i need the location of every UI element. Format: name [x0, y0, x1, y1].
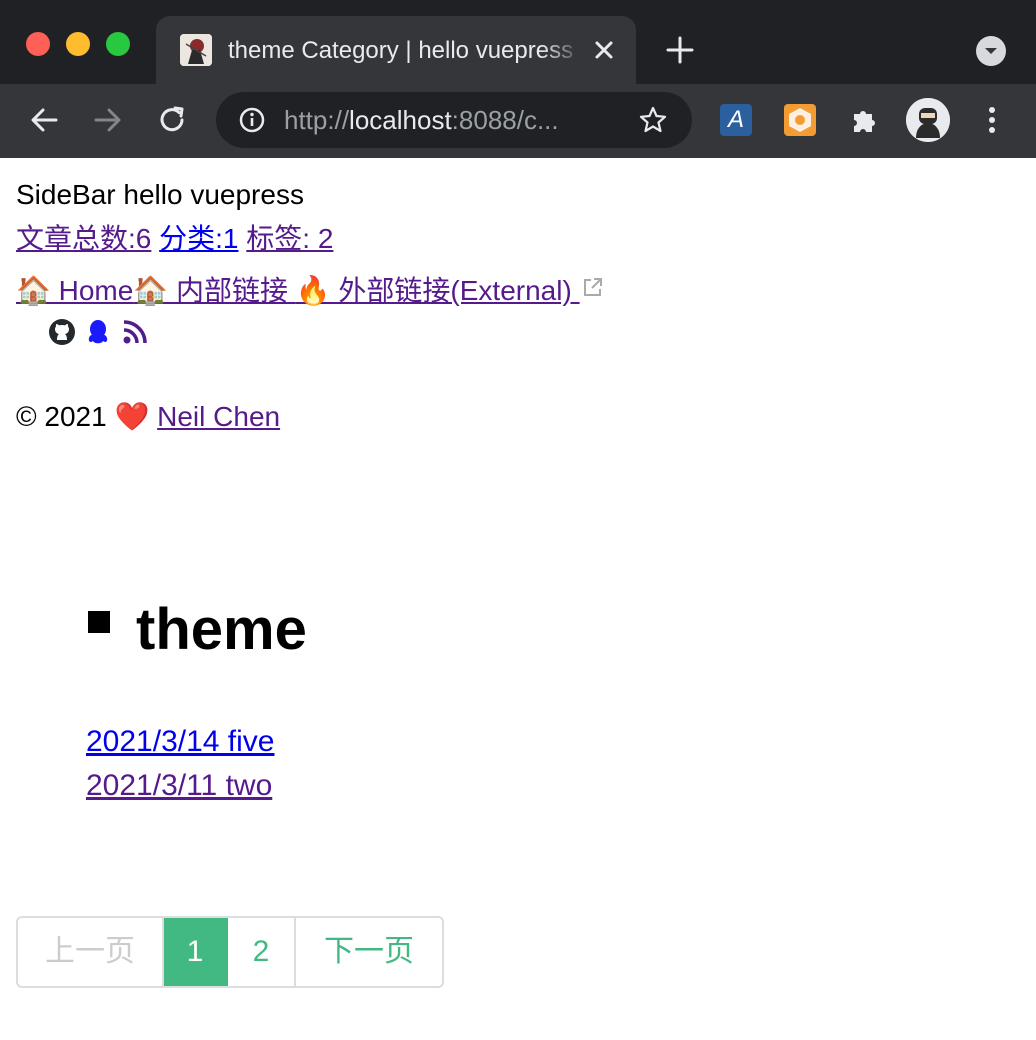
url-text[interactable]: http://localhost:8088/c...	[284, 105, 614, 135]
sidebar-title: SideBar hello vuepress	[16, 179, 304, 210]
author-link[interactable]: Neil Chen	[157, 401, 280, 432]
heart-icon: ❤️	[114, 401, 150, 432]
github-icon[interactable]	[48, 318, 76, 346]
window-zoom-button[interactable]	[106, 32, 130, 56]
post-link[interactable]: 2021/3/14 five	[86, 720, 274, 764]
star-icon[interactable]	[638, 105, 668, 135]
pagination: 上一页 1 2 下一页	[16, 916, 444, 988]
social-links	[48, 318, 153, 348]
category-heading: theme	[88, 594, 307, 666]
forward-icon[interactable]	[90, 102, 126, 138]
address-bar[interactable]: http://localhost:8088/c...	[216, 92, 692, 148]
prev-page-button[interactable]: 上一页	[18, 918, 164, 986]
next-page-button[interactable]: 下一页	[296, 918, 442, 986]
page-2-button[interactable]: 2	[228, 918, 296, 986]
window-minimize-button[interactable]	[66, 32, 90, 56]
copyright: © 2021 ❤️ Neil Chen	[16, 400, 280, 434]
copyright-text: © 2021	[16, 401, 115, 432]
tab-search-button[interactable]	[976, 36, 1006, 66]
plus-icon[interactable]	[664, 34, 696, 66]
favicon-icon	[180, 34, 212, 66]
tags-count-link[interactable]: 标签: 2	[246, 223, 333, 254]
translate-extension-icon[interactable]: A	[720, 104, 752, 136]
orange-extension-icon[interactable]	[784, 104, 816, 136]
nav-external-link[interactable]: 🔥 外部链接(External)	[296, 275, 580, 306]
nav-home-link[interactable]: 🏠 Home	[16, 275, 133, 306]
nav-internal-link[interactable]: 🏠 内部链接	[133, 275, 295, 306]
window-close-button[interactable]	[26, 32, 50, 56]
page-content: SideBar hello vuepress 文章总数:6 分类:1 标签: 2…	[0, 158, 1036, 1040]
browser-toolbar: http://localhost:8088/c... A	[0, 84, 1036, 158]
kebab-icon[interactable]	[976, 102, 1008, 138]
active-tab[interactable]: theme Category | hello vuepress	[156, 16, 636, 84]
post-list: 2021/3/14 five 2021/3/11 two	[86, 720, 274, 808]
post-link[interactable]: 2021/3/11 two	[86, 764, 274, 808]
close-icon[interactable]	[590, 36, 618, 64]
external-link-icon	[582, 272, 604, 296]
puzzle-icon[interactable]	[848, 104, 880, 136]
rss-icon[interactable]	[121, 318, 149, 346]
category-title: theme	[136, 597, 307, 662]
back-icon[interactable]	[26, 102, 62, 138]
info-icon[interactable]	[238, 106, 266, 134]
nav-links: 🏠 Home🏠 内部链接 🔥 外部链接(External)	[16, 272, 604, 308]
blog-stats: 文章总数:6 分类:1 标签: 2	[16, 222, 333, 256]
categories-count-link[interactable]: 分类:1	[159, 223, 238, 254]
page-1-button[interactable]: 1	[164, 918, 228, 986]
qq-icon[interactable]	[84, 318, 112, 346]
profile-avatar[interactable]	[906, 98, 950, 142]
bullet-icon	[88, 611, 110, 633]
tab-strip: theme Category | hello vuepress	[0, 0, 1036, 84]
tab-title: theme Category | hello vuepress	[228, 37, 574, 64]
articles-count-link[interactable]: 文章总数:6	[16, 223, 151, 254]
browser-chrome: theme Category | hello vuepress http://l…	[0, 0, 1036, 158]
reload-icon[interactable]	[154, 102, 190, 138]
